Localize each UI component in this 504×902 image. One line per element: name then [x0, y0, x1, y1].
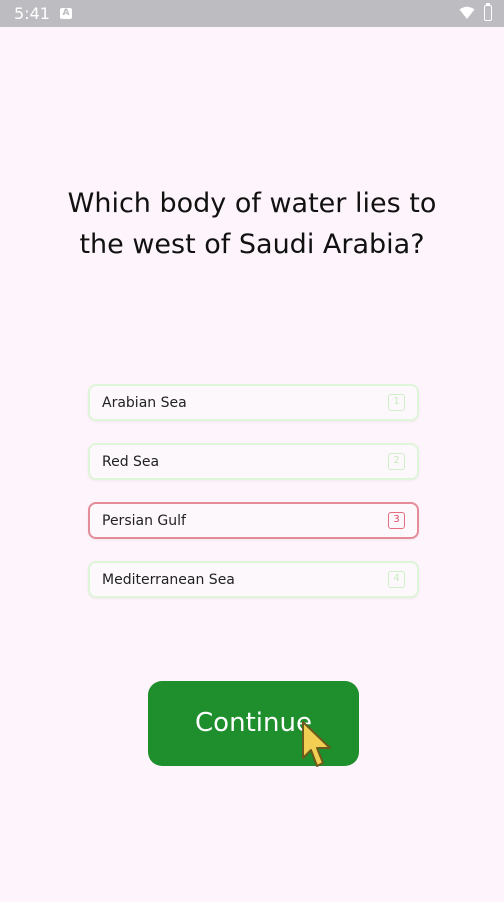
answer-option[interactable]: Red Sea 2	[88, 443, 419, 480]
answer-option[interactable]: Mediterranean Sea 4	[88, 561, 419, 598]
answer-option-key-badge: 4	[388, 571, 405, 588]
answer-options: Arabian Sea 1 Red Sea 2 Persian Gulf 3 M…	[88, 384, 419, 620]
answer-option[interactable]: Arabian Sea 1	[88, 384, 419, 421]
status-time: 5:41	[14, 4, 50, 23]
answer-option-key-badge: 1	[388, 394, 405, 411]
answer-option-label: Red Sea	[102, 454, 160, 470]
wifi-icon	[459, 6, 475, 19]
answer-option-label: Mediterranean Sea	[102, 572, 235, 588]
mouse-cursor-icon	[302, 721, 331, 767]
notification-icon: A	[60, 8, 72, 19]
battery-icon	[484, 3, 492, 21]
answer-option-key-badge: 3	[388, 512, 405, 529]
answer-option-label: Arabian Sea	[102, 395, 187, 411]
status-bar: 5:41 A	[0, 0, 504, 27]
question-text: Which body of water lies to the west of …	[67, 188, 437, 260]
answer-option-label: Persian Gulf	[102, 513, 186, 529]
answer-option-key-badge: 2	[388, 453, 405, 470]
answer-option-selected[interactable]: Persian Gulf 3	[88, 502, 419, 539]
